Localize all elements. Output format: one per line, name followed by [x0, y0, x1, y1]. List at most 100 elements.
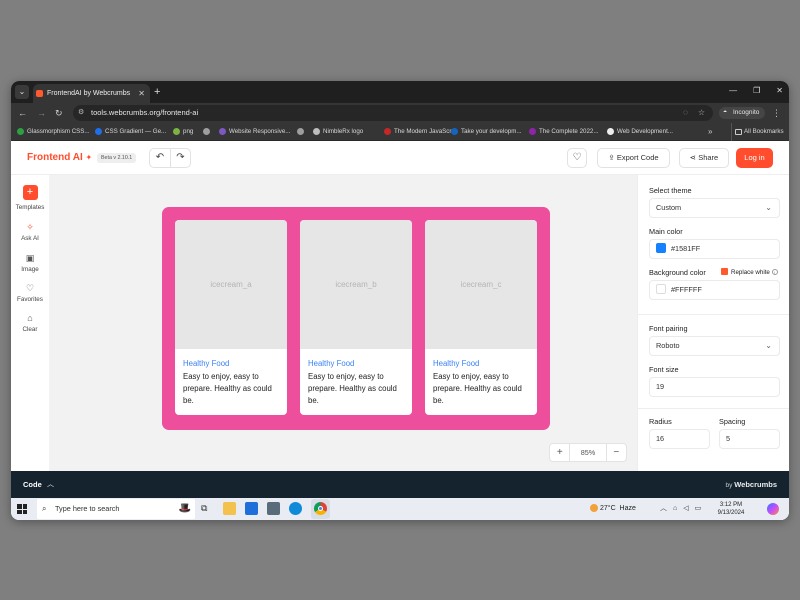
product-card[interactable]: icecream_a Healthy Food Easy to enjoy, e…	[175, 220, 287, 415]
background-color-swatch[interactable]	[656, 284, 666, 294]
sidebar-item-templates[interactable]: + Templates	[11, 185, 49, 211]
bookmark-item[interactable]: NimbleRx logo	[313, 123, 363, 141]
radius-input[interactable]: 16	[649, 429, 710, 449]
copilot-icon[interactable]	[767, 503, 779, 515]
radius-label: Radius	[649, 417, 672, 426]
bookmark-item[interactable]: The Complete 2022...	[529, 123, 599, 141]
bookmark-item[interactable]: Website Responsive...	[219, 123, 290, 141]
bookmark-item[interactable]	[297, 123, 307, 141]
all-bookmarks[interactable]: All Bookmarks	[731, 123, 784, 141]
bookmark-item[interactable]	[203, 123, 213, 141]
bookmark-item[interactable]: png	[173, 123, 193, 141]
forward-icon[interactable]: →	[37, 107, 46, 119]
window-controls: — ❐ ✕	[729, 84, 783, 98]
replace-white-checkbox[interactable]	[721, 268, 728, 275]
export-code-button[interactable]: ⇪ Export Code	[597, 148, 670, 168]
address-bar: ← → ↻ ⚙ tools.webcrumbs.org/frontend-ai …	[11, 103, 789, 123]
bookmark-item[interactable]: Web Development...	[607, 123, 673, 141]
product-card[interactable]: icecream_c Healthy Food Easy to enjoy, e…	[425, 220, 537, 415]
new-tab-icon[interactable]: +	[154, 85, 160, 99]
file-explorer-icon[interactable]	[223, 502, 236, 515]
chevron-up-icon[interactable]: ︿	[47, 471, 54, 498]
browser-tab[interactable]: FrontendAI by Webcrumbs ✕	[33, 84, 150, 103]
taskbar-search-box[interactable]: ⌕ Type here to search 🎩	[37, 499, 195, 519]
task-view-icon[interactable]: ⧉	[201, 502, 214, 515]
windows-start-icon[interactable]	[17, 504, 27, 514]
weather-widget[interactable]: 27°C Haze	[590, 498, 636, 520]
minimize-icon[interactable]: —	[729, 84, 737, 98]
share-button[interactable]: ⋖ Share	[679, 148, 729, 168]
font-pairing-select[interactable]: Roboto ⌄	[649, 336, 780, 356]
brand-logo[interactable]: Frontend AI ✦	[27, 152, 92, 164]
bookmark-item[interactable]: The Modern JavaScr...	[384, 123, 456, 141]
design-canvas[interactable]: icecream_a Healthy Food Easy to enjoy, e…	[49, 175, 637, 471]
bookmark-favicon-icon	[384, 128, 391, 135]
omnibox[interactable]: ⚙ tools.webcrumbs.org/frontend-ai ◌ ☆	[73, 105, 713, 121]
chevron-down-icon: ⌄	[765, 203, 772, 212]
tab-search-icon[interactable]: ⌄	[15, 85, 29, 99]
sidebar-item-favorites[interactable]: ♡ Favorites	[11, 283, 49, 303]
zoom-out-icon[interactable]: −	[607, 444, 626, 461]
font-size-label: Font size	[649, 365, 679, 374]
browser-window: ⌄ FrontendAI by Webcrumbs ✕ + — ❐ ✕ ← → …	[11, 81, 789, 520]
taskbar-clock[interactable]: 3:12 PM 9/13/2024	[711, 501, 751, 517]
theme-select[interactable]: Custom ⌄	[649, 198, 780, 218]
battery-icon[interactable]: ▭	[695, 498, 702, 520]
back-icon[interactable]: ←	[18, 107, 27, 119]
globe-icon	[203, 128, 210, 135]
favorite-button[interactable]: ♡	[567, 148, 587, 168]
panel-divider	[638, 408, 789, 409]
bookmark-item[interactable]: Take your developm...	[451, 123, 522, 141]
site-info-icon[interactable]: ⚙	[78, 105, 84, 121]
star-icon[interactable]: ☆	[698, 105, 705, 121]
zoom-in-icon[interactable]: +	[550, 444, 569, 461]
redo-icon[interactable]: ↷	[169, 149, 190, 167]
incognito-badge[interactable]: ◓ Incognito	[719, 107, 766, 119]
background-color-label: Background color	[649, 268, 706, 277]
font-size-input[interactable]: 19	[649, 377, 780, 397]
eye-off-icon[interactable]: ◌	[683, 105, 688, 121]
bookmark-favicon-icon	[17, 128, 24, 135]
incognito-icon: ◓	[723, 109, 728, 116]
product-card[interactable]: icecream_b Healthy Food Easy to enjoy, e…	[300, 220, 412, 415]
replace-white-toggle[interactable]: Replace white i	[721, 268, 778, 278]
card-label: Healthy Food	[433, 359, 480, 368]
sidebar-item-label: Clear	[22, 326, 38, 333]
bookmark-item[interactable]: CSS Gradient — Ge...	[95, 123, 166, 141]
chrome-icon[interactable]	[314, 502, 327, 515]
menu-kebab-icon[interactable]: ⋮	[772, 107, 781, 119]
url-text[interactable]: tools.webcrumbs.org/frontend-ai	[91, 105, 198, 121]
more-bookmarks-icon[interactable]: »	[708, 123, 712, 141]
main-color-swatch[interactable]	[656, 243, 666, 253]
sidebar-item-image[interactable]: ▣ Image	[11, 253, 49, 273]
close-window-icon[interactable]: ✕	[776, 84, 783, 98]
code-toggle-label[interactable]: Code	[23, 471, 42, 498]
undo-icon[interactable]: ↶	[150, 149, 170, 167]
background-color-field[interactable]: #FFFFFF	[649, 280, 780, 300]
spacing-input[interactable]: 5	[719, 429, 780, 449]
sidebar-item-clear[interactable]: ⌂ Clear	[11, 313, 49, 333]
panel-divider	[638, 314, 789, 315]
zoom-control: + 85% −	[549, 443, 627, 462]
main-color-field[interactable]: #1581FF	[649, 239, 780, 259]
close-tab-icon[interactable]: ✕	[138, 84, 145, 103]
bookmark-favicon-icon	[219, 128, 226, 135]
reload-icon[interactable]: ↻	[55, 107, 63, 119]
sidebar-item-ask-ai[interactable]: ✧ Ask AI	[11, 222, 49, 242]
chevron-up-icon[interactable]: ︿	[660, 498, 667, 520]
restore-icon[interactable]: ❐	[753, 84, 760, 98]
app-icon[interactable]	[267, 502, 280, 515]
bookmark-item[interactable]: Glassmorphism CSS...	[17, 123, 90, 141]
preview-frame[interactable]: icecream_a Healthy Food Easy to enjoy, e…	[162, 207, 550, 430]
login-button[interactable]: Log in	[736, 148, 773, 168]
sidebar-item-label: Templates	[15, 204, 45, 211]
edge-icon[interactable]	[289, 502, 302, 515]
volume-icon[interactable]: ◁	[683, 498, 688, 520]
system-tray: ︿ ⌂ ◁ ▭	[660, 498, 701, 520]
zoom-level: 85%	[569, 444, 607, 461]
mail-icon[interactable]	[245, 502, 258, 515]
network-icon[interactable]: ⌂	[673, 498, 677, 520]
info-icon[interactable]: i	[771, 269, 778, 275]
code-drawer-bar[interactable]: Code ︿ by Webcrumbs	[11, 471, 789, 498]
card-description: Easy to enjoy, easy to prepare. Healthy …	[433, 372, 522, 405]
